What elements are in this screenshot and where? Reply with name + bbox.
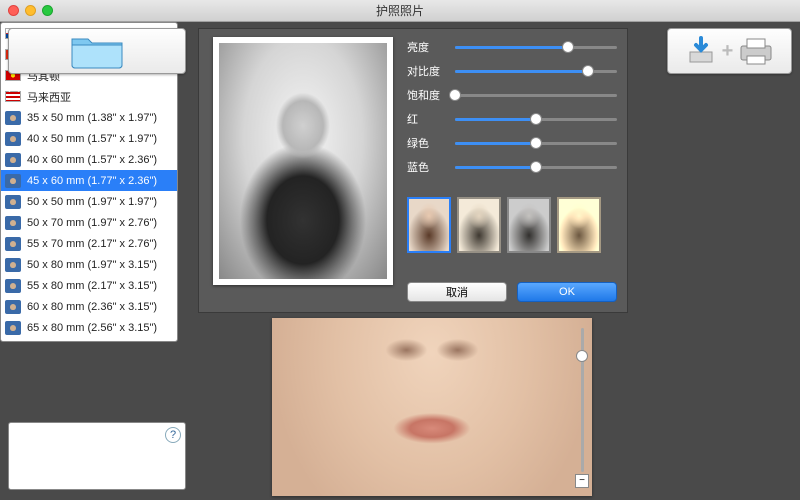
zoom-thumb[interactable] <box>576 350 588 362</box>
size-label: 60 x 80 mm (2.36" x 3.15") <box>27 301 157 313</box>
size-label: 50 x 70 mm (1.97" x 2.76") <box>27 217 157 229</box>
preview-image <box>219 43 387 279</box>
slider-label: 饱和度 <box>407 87 447 103</box>
zoom-out-button[interactable]: − <box>575 474 589 488</box>
dropzone[interactable]: ? <box>8 422 186 490</box>
ok-button[interactable]: OK <box>517 282 617 302</box>
slider-label: 绿色 <box>407 135 447 151</box>
slider-label: 亮度 <box>407 39 447 55</box>
titlebar: 护照照片 <box>0 0 800 22</box>
size-row[interactable]: 40 x 60 mm (1.57" x 2.36") <box>1 149 177 170</box>
size-label: 65 x 80 mm (2.56" x 3.15") <box>27 322 157 334</box>
cancel-button[interactable]: 取消 <box>407 282 507 302</box>
size-label: 50 x 80 mm (1.97" x 3.15") <box>27 259 157 271</box>
preview-frame <box>213 37 393 285</box>
size-icon <box>5 111 21 125</box>
size-row[interactable]: 50 x 35 mm (1.97" x 1.38") <box>1 338 177 342</box>
size-icon <box>5 132 21 146</box>
size-label: 35 x 50 mm (1.38" x 1.97") <box>27 112 157 124</box>
size-label: 55 x 70 mm (2.17" x 2.76") <box>27 238 157 250</box>
slider-0[interactable] <box>455 39 617 55</box>
size-icon <box>5 300 21 314</box>
slider-5[interactable] <box>455 159 617 175</box>
size-label: 50 x 50 mm (1.97" x 1.97") <box>27 196 157 208</box>
size-row[interactable]: 55 x 80 mm (2.17" x 3.15") <box>1 275 177 296</box>
size-icon <box>5 153 21 167</box>
size-row[interactable]: 50 x 80 mm (1.97" x 3.15") <box>1 254 177 275</box>
size-label: 40 x 60 mm (1.57" x 2.36") <box>27 154 157 166</box>
slider-label: 红 <box>407 111 447 127</box>
main-photo-view[interactable]: − <box>272 318 592 496</box>
size-row[interactable]: 50 x 50 mm (1.97" x 1.97") <box>1 191 177 212</box>
plus-icon: + <box>722 40 734 63</box>
size-row[interactable]: 50 x 70 mm (1.97" x 2.76") <box>1 212 177 233</box>
slider-1[interactable] <box>455 63 617 79</box>
size-row[interactable]: 35 x 50 mm (1.38" x 1.97") <box>1 107 177 128</box>
size-label: 55 x 80 mm (2.17" x 3.15") <box>27 280 157 292</box>
size-row[interactable]: 60 x 80 mm (2.36" x 3.15") <box>1 296 177 317</box>
sliders-group: 亮度对比度饱和度红绿色蓝色 <box>407 35 617 179</box>
slider-4[interactable] <box>455 135 617 151</box>
size-label: 45 x 60 mm (1.77" x 2.36") <box>27 175 157 187</box>
zoom-icon[interactable] <box>42 5 53 16</box>
zoom-control: − <box>574 326 590 488</box>
size-icon <box>5 195 21 209</box>
size-icon <box>5 258 21 272</box>
size-icon <box>5 174 21 188</box>
variant-2[interactable] <box>507 197 551 253</box>
size-icon <box>5 216 21 230</box>
sidebar-title: 人像照片 <box>8 78 56 95</box>
help-button[interactable]: ? <box>165 427 181 443</box>
minimize-icon[interactable] <box>25 5 36 16</box>
variant-1[interactable] <box>457 197 501 253</box>
window-title: 护照照片 <box>0 2 800 19</box>
folder-icon <box>70 33 124 69</box>
slider-label: 对比度 <box>407 63 447 79</box>
size-icon <box>5 279 21 293</box>
size-row[interactable]: 55 x 70 mm (2.17" x 2.76") <box>1 233 177 254</box>
variant-3[interactable] <box>557 197 601 253</box>
slider-2[interactable] <box>455 87 617 103</box>
export-print-panel: + <box>667 28 792 74</box>
size-icon <box>5 342 21 343</box>
size-row[interactable]: 40 x 50 mm (1.57" x 1.97") <box>1 128 177 149</box>
download-icon[interactable] <box>686 36 716 66</box>
size-row[interactable]: 45 x 60 mm (1.77" x 2.36") <box>1 170 177 191</box>
variant-0[interactable] <box>407 197 451 253</box>
editor-panel: 亮度对比度饱和度红绿色蓝色 取消 OK <box>198 28 628 313</box>
size-icon <box>5 321 21 335</box>
zoom-track[interactable] <box>581 328 584 472</box>
printer-icon[interactable] <box>739 36 773 66</box>
size-row[interactable]: 65 x 80 mm (2.56" x 3.15") <box>1 317 177 338</box>
slider-3[interactable] <box>455 111 617 127</box>
close-icon[interactable] <box>8 5 19 16</box>
variants-row <box>407 197 601 253</box>
size-icon <box>5 237 21 251</box>
slider-label: 蓝色 <box>407 159 447 175</box>
open-folder-button[interactable] <box>8 28 186 74</box>
size-label: 40 x 50 mm (1.57" x 1.97") <box>27 133 157 145</box>
